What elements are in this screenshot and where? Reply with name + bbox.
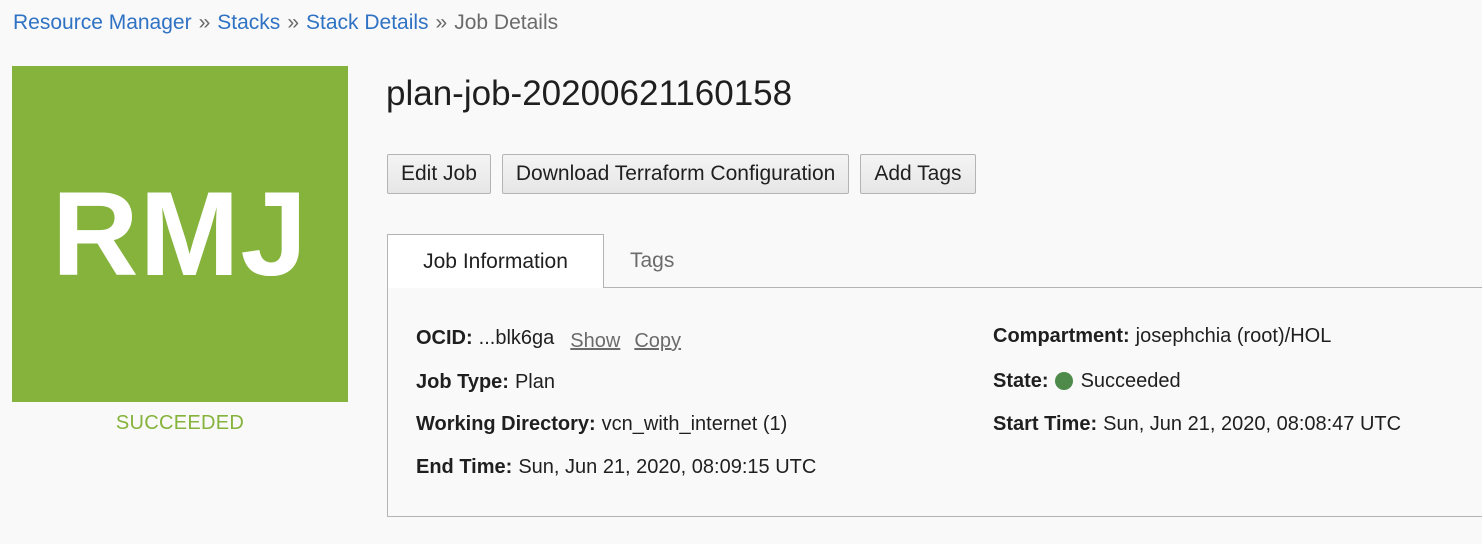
action-bar: Edit Job Download Terraform Configuratio… xyxy=(387,154,976,194)
job-details-page: Resource Manager » Stacks » Stack Details » Jo… xyxy=(0,0,1482,544)
breadcrumb-separator: » xyxy=(435,11,448,34)
start-time-label: Start Time: xyxy=(993,413,1098,435)
working-directory-label: Working Directory: xyxy=(416,413,596,435)
job-information-panel: OCID: ...blk6ga Show Copy Job Type: Plan… xyxy=(387,288,1482,517)
breadcrumb-stack-details[interactable]: Stack Details xyxy=(306,11,429,34)
compartment-value: josephchia (root)/HOL xyxy=(1135,325,1332,347)
breadcrumb-current: Job Details xyxy=(454,11,559,34)
working-directory-value: vcn_with_internet (1) xyxy=(601,413,788,435)
state-label: State: xyxy=(993,370,1049,392)
ocid-show-link[interactable]: Show xyxy=(570,328,620,354)
end-time-value: Sun, Jun 21, 2020, 08:09:15 UTC xyxy=(518,456,817,478)
state-status-dot-icon xyxy=(1054,372,1073,390)
ocid-label: OCID: xyxy=(416,327,473,349)
start-time-value: Sun, Jun 21, 2020, 08:08:47 UTC xyxy=(1103,413,1402,435)
job-logo: RMJ xyxy=(12,66,348,402)
add-tags-button[interactable]: Add Tags xyxy=(860,154,976,194)
tab-job-information[interactable]: Job Information xyxy=(387,234,604,289)
page-title: plan-job-20200621160158 xyxy=(386,74,793,113)
ocid-row: OCID: ...blk6ga Show Copy xyxy=(416,325,681,354)
state-value: Succeeded xyxy=(1080,370,1181,392)
job-status-label: SUCCEEDED xyxy=(115,412,245,434)
breadcrumb-resource-manager[interactable]: Resource Manager xyxy=(13,11,192,34)
download-terraform-configuration-button[interactable]: Download Terraform Configuration xyxy=(501,154,850,194)
compartment-row: Compartment: josephchia (root)/HOL xyxy=(993,323,1331,349)
job-type-value: Plan xyxy=(514,371,555,393)
ocid-copy-link[interactable]: Copy xyxy=(634,328,681,354)
ocid-value: ...blk6ga xyxy=(478,327,555,349)
job-logo-text: RMJ xyxy=(51,167,309,301)
compartment-label: Compartment: xyxy=(993,325,1130,347)
job-type-row: Job Type: Plan xyxy=(416,369,555,395)
tab-tags[interactable]: Tags xyxy=(630,234,674,288)
working-directory-row: Working Directory: vcn_with_internet (1) xyxy=(416,411,787,437)
breadcrumb-stacks[interactable]: Stacks xyxy=(217,11,280,34)
breadcrumb-separator: » xyxy=(287,11,299,34)
end-time-row: End Time: Sun, Jun 21, 2020, 08:09:15 UT… xyxy=(416,454,816,480)
edit-job-button[interactable]: Edit Job xyxy=(387,154,491,194)
end-time-label: End Time: xyxy=(416,456,513,478)
start-time-row: Start Time: Sun, Jun 21, 2020, 08:08:47 … xyxy=(993,411,1401,437)
state-row: State: Succeeded xyxy=(993,368,1181,394)
tab-bar: Job Information Tags xyxy=(387,234,1482,289)
breadcrumb: Resource Manager » Stacks » Stack Details » Jo… xyxy=(13,9,558,37)
breadcrumb-separator: » xyxy=(198,11,211,34)
job-type-label: Job Type: xyxy=(416,371,509,393)
